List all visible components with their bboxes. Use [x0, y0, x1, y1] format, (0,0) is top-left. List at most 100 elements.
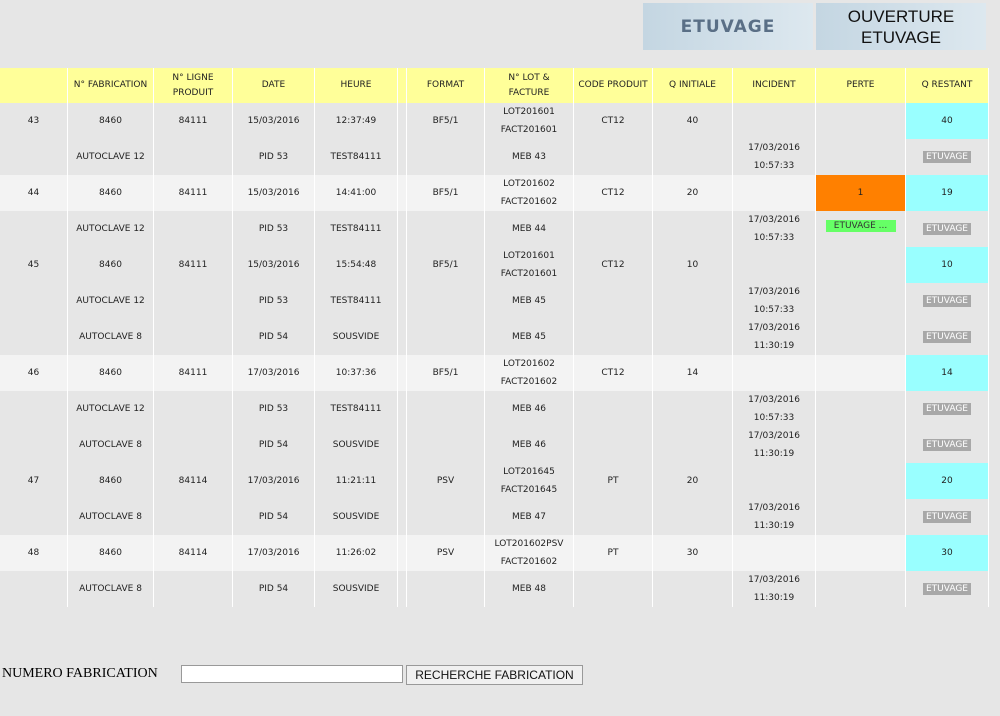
cell-recette: TEST84111	[315, 391, 398, 427]
cell-autoclave: AUTOCLAVE 8	[68, 427, 154, 463]
cell-format: BF5/1	[407, 175, 485, 211]
cell-heure: 11:21:11	[315, 463, 398, 499]
cell-empty	[574, 391, 653, 427]
cell-q-restant: 40	[906, 103, 989, 139]
cell-incident-datetime: 17/03/2016 11:30:19	[733, 427, 816, 463]
cell-pid: PID 54	[233, 571, 315, 607]
cell-etuvage-action: ETUVAGE	[906, 391, 989, 427]
table-row-autoclave: AUTOCLAVE 8 PID 54 SOUSVIDE MEB 48 17/03/201…	[0, 571, 989, 607]
cell-fabrication: 8460	[68, 247, 154, 283]
cell-empty	[653, 139, 733, 175]
cell-code-produit: PT	[574, 463, 653, 499]
etuvage-button-label: ETUVAGE	[680, 16, 776, 37]
etuvage-row-button[interactable]: ETUVAGE	[922, 295, 971, 307]
col-header-spacer	[398, 68, 407, 103]
cell-spacer	[398, 355, 407, 391]
table-row-production: 46 8460 84111 17/03/2016 10:37:36 BF5/1 LOT201…	[0, 355, 989, 391]
table-header-row: N° FABRICATION N° LIGNE PRODUIT DATE HEU…	[0, 68, 989, 103]
cell-spacer	[398, 175, 407, 211]
ouverture-etuvage-button[interactable]: OUVERTURE ETUVAGE	[816, 3, 986, 50]
cell-empty	[407, 211, 485, 247]
cell-perte-action	[816, 391, 906, 427]
cell-empty	[574, 319, 653, 355]
cell-empty	[0, 499, 68, 535]
cell-ligne-produit: 84111	[154, 103, 233, 139]
col-header-code-produit: CODE PRODUIT	[574, 68, 653, 103]
numero-fabrication-input[interactable]	[181, 665, 403, 683]
cell-heure: 12:37:49	[315, 103, 398, 139]
cell-perte	[816, 355, 906, 391]
cell-empty	[154, 211, 233, 247]
cell-spacer	[398, 247, 407, 283]
cell-recette: SOUSVIDE	[315, 571, 398, 607]
recherche-fabrication-button[interactable]: RECHERCHE FABRICATION	[406, 665, 583, 685]
cell-empty	[407, 571, 485, 607]
ouverture-etuvage-label: OUVERTURE ETUVAGE	[847, 6, 955, 47]
col-header-q-restant: Q RESTANT	[906, 68, 989, 103]
cell-spacer	[398, 535, 407, 571]
cell-incident-datetime: 17/03/2016 10:57:33	[733, 139, 816, 175]
etuvage-row-button[interactable]: ETUVAGE	[922, 511, 971, 523]
etuvage-row-button[interactable]: ETUVAGE	[922, 439, 971, 451]
cell-empty	[574, 211, 653, 247]
cell-perte-action: ETUVAGE ...	[816, 211, 906, 247]
cell-perte-action	[816, 571, 906, 607]
cell-incident	[733, 355, 816, 391]
cell-heure: 15:54:48	[315, 247, 398, 283]
cell-empty	[154, 391, 233, 427]
cell-ligne-produit: 84114	[154, 535, 233, 571]
cell-empty	[653, 283, 733, 319]
table-row-autoclave: AUTOCLAVE 8 PID 54 SOUSVIDE MEB 46 17/03/201…	[0, 427, 989, 463]
cell-empty	[154, 427, 233, 463]
cell-etuvage-action: ETUVAGE	[906, 427, 989, 463]
cell-spacer	[398, 427, 407, 463]
cell-code-produit: CT12	[574, 103, 653, 139]
cell-autoclave: AUTOCLAVE 8	[68, 499, 154, 535]
cell-meb: MEB 46	[485, 391, 574, 427]
cell-meb: MEB 46	[485, 427, 574, 463]
cell-date: 15/03/2016	[233, 175, 315, 211]
cell-perte-action	[816, 319, 906, 355]
cell-fabrication: 8460	[68, 103, 154, 139]
cell-perte	[816, 463, 906, 499]
cell-pid: PID 53	[233, 139, 315, 175]
cell-autoclave: AUTOCLAVE 8	[68, 319, 154, 355]
cell-perte	[816, 247, 906, 283]
cell-recette: TEST84111	[315, 139, 398, 175]
etuvage-row-button[interactable]: ETUVAGE	[922, 331, 971, 343]
cell-lot-facture: LOT201602 FACT201602	[485, 355, 574, 391]
etuvage-row-button[interactable]: ETUVAGE	[922, 151, 971, 163]
table-row-autoclave: AUTOCLAVE 8 PID 54 SOUSVIDE MEB 47 17/03/201…	[0, 499, 989, 535]
cell-perte: 1	[816, 175, 906, 211]
cell-id: 48	[0, 535, 68, 571]
cell-q-initiale: 10	[653, 247, 733, 283]
cell-spacer	[398, 283, 407, 319]
cell-recette: SOUSVIDE	[315, 319, 398, 355]
cell-lot-facture: LOT201601 FACT201601	[485, 247, 574, 283]
col-header-fabrication: N° FABRICATION	[68, 68, 154, 103]
etuvage-button[interactable]: ETUVAGE	[643, 3, 813, 50]
cell-etuvage-action: ETUVAGE	[906, 139, 989, 175]
cell-incident-datetime: 17/03/2016 11:30:19	[733, 499, 816, 535]
cell-format: PSV	[407, 463, 485, 499]
cell-empty	[653, 571, 733, 607]
etuvage-row-button[interactable]: ETUVAGE	[922, 583, 971, 595]
cell-meb: MEB 43	[485, 139, 574, 175]
cell-date: 15/03/2016	[233, 103, 315, 139]
col-header-format: FORMAT	[407, 68, 485, 103]
cell-format: BF5/1	[407, 247, 485, 283]
cell-empty	[0, 211, 68, 247]
cell-empty	[407, 391, 485, 427]
cell-id: 46	[0, 355, 68, 391]
etuvage-row-button[interactable]: ETUVAGE	[922, 403, 971, 415]
cell-heure: 11:26:02	[315, 535, 398, 571]
cell-incident-datetime: 17/03/2016 11:30:19	[733, 571, 816, 607]
cell-format: PSV	[407, 535, 485, 571]
cell-spacer	[398, 499, 407, 535]
etuvage-row-button[interactable]: ETUVAGE	[922, 223, 971, 235]
cell-code-produit: CT12	[574, 247, 653, 283]
cell-q-restant: 19	[906, 175, 989, 211]
cell-code-produit: CT12	[574, 355, 653, 391]
etuvage-status-button[interactable]: ETUVAGE ...	[825, 219, 896, 232]
cell-spacer	[398, 103, 407, 139]
